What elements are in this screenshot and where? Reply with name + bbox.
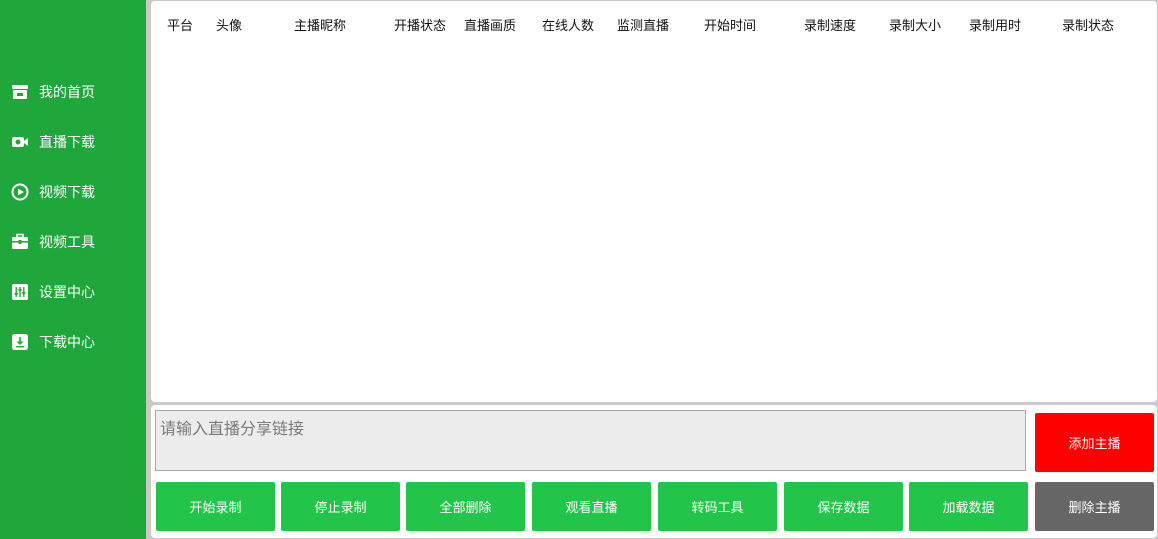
start-record-button[interactable]: 开始录制 [156, 482, 275, 531]
store-icon [11, 83, 29, 101]
column-header-live-status[interactable]: 开播状态 [394, 15, 446, 34]
control-panel: 添加主播 开始录制 停止录制 全部删除 观看直播 转码工具 保存数据 加载数据 … [151, 405, 1157, 538]
table-header: 平台 头像 主播昵称 开播状态 直播画质 在线人数 监测直播 开始时间 录制速度… [151, 1, 1157, 45]
sidebar-item-live-download[interactable]: 直播下载 [0, 122, 146, 162]
transcode-tool-button[interactable]: 转码工具 [658, 482, 777, 531]
sidebar-item-label: 视频下载 [39, 185, 95, 201]
load-data-button[interactable]: 加载数据 [909, 482, 1028, 531]
sidebar-item-label: 直播下载 [39, 135, 95, 151]
column-header-record-duration[interactable]: 录制用时 [969, 15, 1021, 34]
sliders-icon [11, 283, 29, 301]
save-data-button[interactable]: 保存数据 [784, 482, 903, 531]
sidebar-item-video-tools[interactable]: 视频工具 [0, 222, 146, 262]
sidebar-item-label: 我的首页 [39, 85, 95, 101]
column-header-avatar[interactable]: 头像 [216, 15, 242, 34]
delete-streamer-button[interactable]: 删除主播 [1035, 482, 1154, 531]
sidebar: 我的首页 直播下载 视频下载 视频工具 设置中心 下载中心 [0, 0, 146, 539]
toolbox-icon [11, 233, 29, 251]
share-link-input[interactable] [155, 410, 1026, 471]
add-streamer-button[interactable]: 添加主播 [1035, 413, 1154, 472]
column-header-quality[interactable]: 直播画质 [464, 15, 516, 34]
column-header-start-time[interactable]: 开始时间 [704, 15, 756, 34]
app-window: 我的首页 直播下载 视频下载 视频工具 设置中心 下载中心 平台 头像 主播昵称… [0, 0, 1158, 539]
sidebar-item-home[interactable]: 我的首页 [0, 72, 146, 112]
delete-all-button[interactable]: 全部删除 [406, 482, 525, 531]
column-header-platform[interactable]: 平台 [167, 15, 193, 34]
sidebar-item-label: 视频工具 [39, 235, 95, 251]
download-box-icon [11, 333, 29, 351]
sidebar-item-label: 下载中心 [39, 335, 95, 351]
sidebar-item-settings[interactable]: 设置中心 [0, 272, 146, 312]
sidebar-item-video-download[interactable]: 视频下载 [0, 172, 146, 212]
sidebar-item-label: 设置中心 [39, 285, 95, 301]
video-camera-icon [11, 133, 29, 151]
column-header-viewers[interactable]: 在线人数 [542, 15, 594, 34]
column-header-record-speed[interactable]: 录制速度 [804, 15, 856, 34]
play-circle-icon [11, 183, 29, 201]
watch-live-button[interactable]: 观看直播 [532, 482, 651, 531]
column-header-monitor[interactable]: 监测直播 [617, 15, 669, 34]
stop-record-button[interactable]: 停止录制 [281, 482, 400, 531]
sidebar-item-download-center[interactable]: 下载中心 [0, 322, 146, 362]
streamer-table: 平台 头像 主播昵称 开播状态 直播画质 在线人数 监测直播 开始时间 录制速度… [151, 1, 1157, 402]
column-header-record-status[interactable]: 录制状态 [1062, 15, 1114, 34]
column-header-nickname[interactable]: 主播昵称 [294, 15, 346, 34]
column-header-record-size[interactable]: 录制大小 [889, 15, 941, 34]
